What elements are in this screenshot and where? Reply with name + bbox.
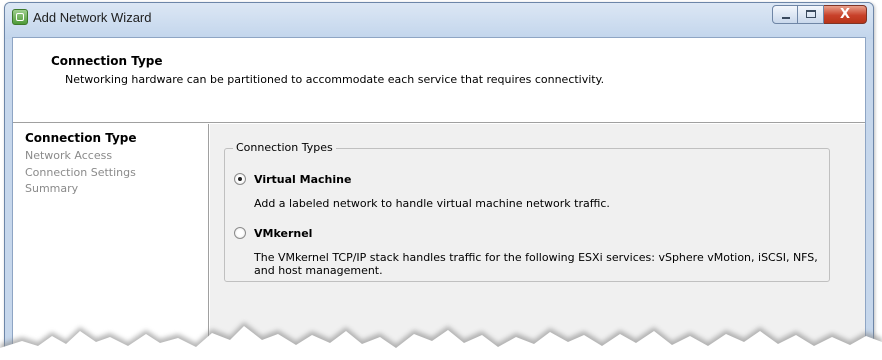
step-network-access[interactable]: Network Access [25,149,112,162]
window-title: Add Network Wizard [33,10,152,25]
wizard-content: Connection Types Virtual Machine Add a l… [210,124,865,356]
vmkernel-description-line1: The VMkernel TCP/IP stack handles traffi… [254,251,818,264]
virtual-machine-description: Add a labeled network to handle virtual … [254,197,610,210]
vsphere-wizard-icon [12,9,28,25]
wizard-steps-sidebar: Connection Type Network Access Connectio… [13,124,209,356]
wizard-body: Connection Type Networking hardware can … [12,37,866,357]
page-title: Connection Type [51,54,163,68]
virtual-machine-radio[interactable] [234,173,246,185]
minimize-button[interactable] [772,5,798,24]
add-network-wizard-window: Add Network Wizard X Connection Type Net… [4,2,874,358]
maximize-icon [806,10,816,18]
step-connection-settings[interactable]: Connection Settings [25,166,136,179]
maximize-button[interactable] [798,5,824,24]
virtual-machine-label[interactable]: Virtual Machine [254,173,351,186]
radio-selected-dot [238,177,242,181]
group-title: Connection Types [233,141,336,154]
connection-types-group: Connection Types Virtual Machine Add a l… [224,141,830,282]
vmkernel-radio[interactable] [234,227,246,239]
title-bar[interactable]: Add Network Wizard X [5,3,873,39]
page-subtitle: Networking hardware can be partitioned t… [65,73,605,86]
vmkernel-label[interactable]: VMkernel [254,227,312,240]
wizard-header: Connection Type Networking hardware can … [13,38,865,123]
vmkernel-description-line2: and host management. [254,264,383,277]
close-button[interactable]: X [824,5,867,24]
step-summary[interactable]: Summary [25,182,78,195]
window-controls: X [772,5,867,24]
step-connection-type[interactable]: Connection Type [25,131,137,145]
minimize-icon [782,17,790,19]
close-icon: X [839,7,851,22]
